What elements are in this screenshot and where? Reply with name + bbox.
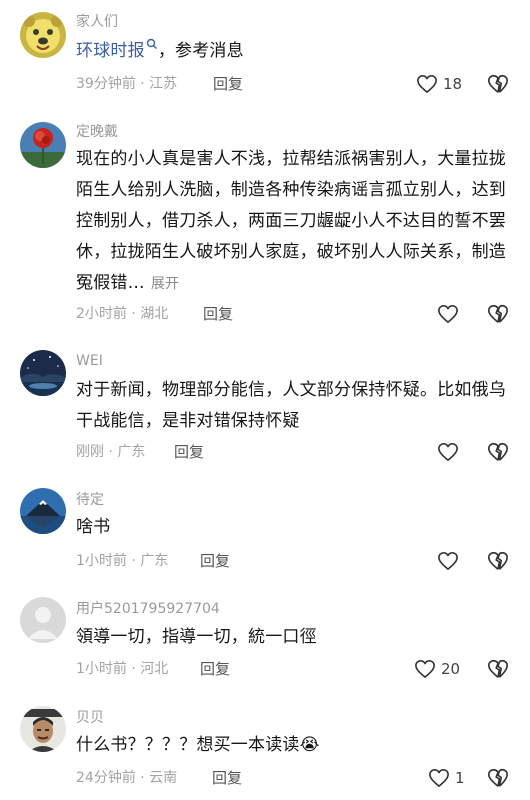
broken-heart-icon	[488, 442, 508, 461]
broken-heart-icon	[488, 659, 508, 678]
like-button[interactable]: 20	[414, 658, 460, 680]
avatar[interactable]	[20, 488, 66, 534]
broken-heart-icon	[488, 74, 508, 93]
expand-link[interactable]: 展开	[151, 276, 179, 292]
heart-icon	[438, 552, 458, 570]
time-location: 1小时前 · 河北	[76, 661, 169, 677]
like-button[interactable]	[437, 550, 464, 572]
username[interactable]: WEI	[76, 352, 103, 370]
comment-text: 什么书？？？？想买一本读读😭	[76, 735, 320, 755]
like-count: 1	[455, 769, 465, 787]
dislike-button[interactable]	[487, 550, 509, 572]
search-icon	[146, 38, 157, 49]
comment-text: 啥书	[76, 517, 111, 537]
dislike-button[interactable]	[487, 441, 509, 463]
like-button[interactable]	[437, 303, 464, 325]
time-location: 24分钟前 · 云南	[76, 770, 178, 786]
time-location: 1小时前 · 广东	[76, 553, 169, 569]
username[interactable]: 用户5201795927704	[76, 600, 220, 618]
reply-button[interactable]: 回复	[200, 552, 230, 570]
heart-icon	[429, 769, 449, 787]
comment-text: 領導一切，指導一切，統一口徑	[76, 627, 317, 647]
reply-button[interactable]: 回复	[174, 443, 204, 461]
dog-avatar-icon	[20, 12, 66, 58]
reply-button[interactable]: 回复	[200, 660, 230, 678]
like-count: 20	[441, 660, 461, 678]
dislike-button[interactable]	[487, 767, 509, 789]
avatar[interactable]	[20, 12, 66, 58]
avatar[interactable]	[20, 706, 66, 752]
broken-heart-icon	[488, 551, 508, 570]
avatar[interactable]	[20, 122, 66, 168]
reply-button[interactable]: 回复	[212, 769, 242, 787]
mountain-avatar-icon	[20, 488, 66, 534]
like-count: 18	[443, 75, 463, 93]
rose-avatar-icon	[20, 122, 66, 168]
heart-icon	[438, 443, 458, 461]
time-location: 刚刚 · 广东	[76, 444, 146, 460]
like-button[interactable]	[437, 441, 464, 463]
time-location: 39分钟前 · 江苏	[76, 76, 178, 92]
username[interactable]: 家人们	[76, 13, 118, 31]
reply-button[interactable]: 回复	[203, 305, 233, 323]
comment-text: 对于新闻，物理部分能信，人文部分保持怀疑。比如俄乌干战能信，是非对错保持怀疑	[76, 380, 506, 431]
heart-icon	[417, 75, 437, 93]
comment-text: 环球时报 ，参考消息	[76, 36, 514, 67]
username[interactable]: 待定	[76, 491, 104, 509]
avatar[interactable]	[20, 350, 66, 396]
heart-icon	[438, 305, 458, 323]
default-user-avatar-icon	[20, 597, 66, 643]
time-location: 2小时前 · 湖北	[76, 306, 169, 322]
comment-text: 现在的小人真是害人不浅，拉帮结派祸害别人，大量拉拢陌生人给别人洗脑，制造各种传染…	[76, 149, 506, 293]
avatar[interactable]	[20, 597, 66, 643]
like-button[interactable]: 18	[416, 73, 462, 95]
broken-heart-icon	[488, 768, 508, 787]
like-button[interactable]: 1	[428, 767, 465, 789]
heart-icon	[415, 660, 435, 678]
dislike-button[interactable]	[487, 303, 509, 325]
reply-button[interactable]: 回复	[213, 75, 243, 93]
dislike-button[interactable]	[487, 658, 509, 680]
broken-heart-icon	[488, 304, 508, 323]
portrait-avatar-icon	[20, 706, 66, 752]
crying-emoji: 😭	[299, 735, 320, 755]
username[interactable]: 定晚戴	[76, 123, 118, 141]
night-sky-avatar-icon	[20, 350, 66, 396]
dislike-button[interactable]	[487, 73, 509, 95]
username[interactable]: 贝贝	[76, 709, 104, 727]
search-link[interactable]: 环球时报	[76, 38, 158, 61]
